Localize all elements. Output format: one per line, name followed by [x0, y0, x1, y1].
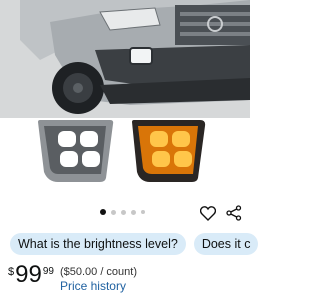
price-cents: 99: [42, 266, 54, 277]
question-chip[interactable]: Does it c: [193, 233, 259, 255]
price-currency: $: [8, 266, 15, 278]
carousel-dot[interactable]: [141, 210, 145, 214]
price-whole: 99: [15, 261, 42, 288]
question-chip[interactable]: What is the brightness level?: [10, 233, 186, 255]
share-icon[interactable]: [224, 203, 244, 223]
carousel-dots[interactable]: [100, 209, 145, 215]
white-led-unit: [38, 120, 114, 182]
carousel-dot[interactable]: [111, 209, 116, 215]
price-history-link[interactable]: Price history: [60, 279, 137, 293]
carousel-dot[interactable]: [121, 209, 126, 215]
question-chips: What is the brightness level? Does it c: [10, 233, 259, 255]
amber-led-unit: [132, 120, 206, 182]
carousel-dot[interactable]: [131, 209, 136, 215]
unit-price: ($50.00 / count): [59, 266, 138, 278]
product-image[interactable]: [0, 0, 250, 198]
heart-outline-icon[interactable]: [198, 203, 218, 223]
carousel-dot[interactable]: [100, 209, 106, 215]
price-block: $ 99 99 ($50.00 / count) Price history: [8, 263, 137, 293]
